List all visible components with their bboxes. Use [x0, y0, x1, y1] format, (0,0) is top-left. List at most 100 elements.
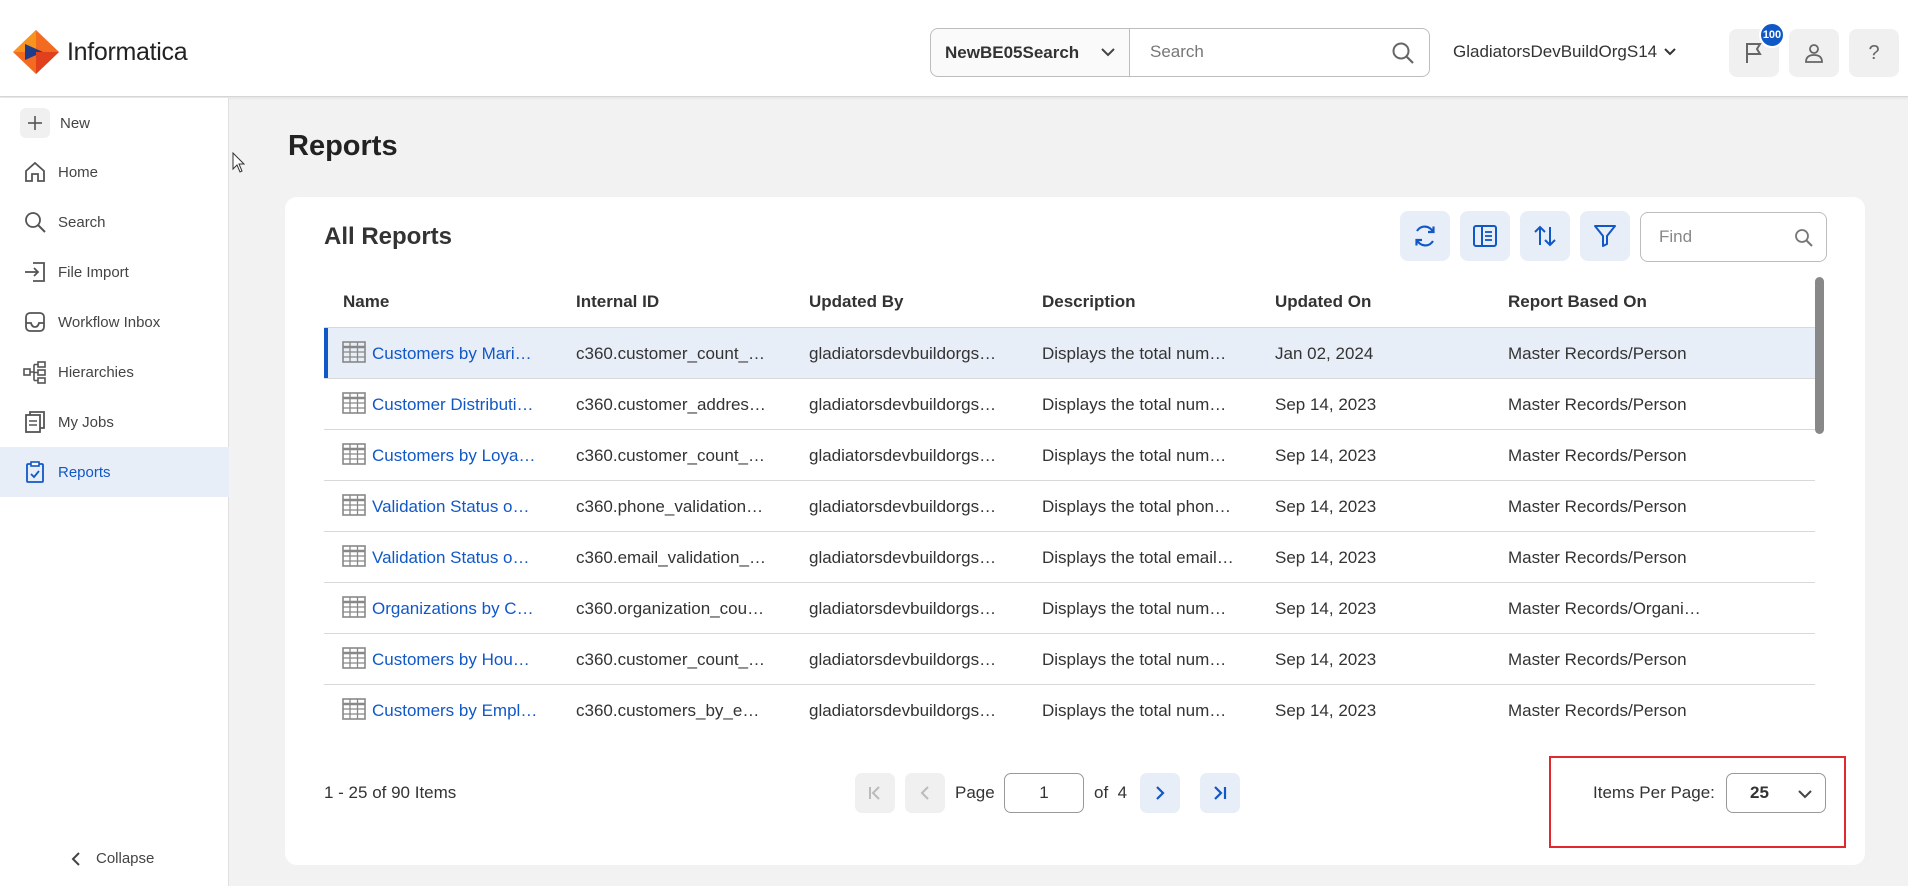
- org-name: GladiatorsDevBuildOrgS14: [1453, 42, 1658, 61]
- sidebar-item-workflow-inbox[interactable]: Workflow Inbox: [0, 297, 229, 347]
- cell-updated-on: Sep 14, 2023: [1275, 701, 1377, 720]
- cell-description: Displays the total email…: [1042, 548, 1234, 567]
- report-name-link[interactable]: Customers by Hou…: [372, 650, 530, 670]
- sidebar-item-reports[interactable]: Reports: [0, 447, 229, 497]
- sort-icon: [1534, 225, 1556, 247]
- column-layout-button[interactable]: [1460, 211, 1510, 261]
- sidebar-item-hierarchies[interactable]: Hierarchies: [0, 347, 229, 397]
- user-profile-button[interactable]: [1789, 29, 1839, 77]
- page-total: of 4: [1094, 783, 1127, 803]
- informatica-logo[interactable]: Informatica: [13, 30, 188, 74]
- cell-description: Displays the total num…: [1042, 701, 1227, 720]
- sidebar-item-label: New: [60, 114, 91, 132]
- table-scrollbar[interactable]: [1815, 277, 1824, 434]
- cell-internal-id: c360.organization_cou…: [576, 599, 765, 618]
- first-page-button[interactable]: [855, 773, 895, 813]
- table-row[interactable]: Validation Status o… c360.email_validatio…: [324, 531, 1815, 582]
- table-row[interactable]: Organizations by C… c360.organization_cou…: [324, 582, 1815, 633]
- of-label: of: [1094, 783, 1109, 802]
- refresh-button[interactable]: [1400, 211, 1450, 261]
- collapse-label: Collapse: [96, 850, 155, 867]
- cell-description: Displays the total num…: [1042, 446, 1227, 465]
- plus-icon: [20, 108, 50, 138]
- previous-page-button[interactable]: [905, 773, 945, 813]
- table-report-icon: [342, 494, 366, 516]
- cell-description: Displays the total num…: [1042, 344, 1227, 363]
- search-icon[interactable]: [1391, 41, 1415, 65]
- sidebar-item-file-import[interactable]: File Import: [0, 247, 229, 297]
- sidebar-item-label: Search: [58, 213, 106, 231]
- report-name-link[interactable]: Customers by Empl…: [372, 701, 537, 721]
- sidebar-item-my-jobs[interactable]: My Jobs: [0, 397, 229, 447]
- app-header: Informatica NewBE05Search GladiatorsDevB…: [0, 0, 1908, 97]
- chevron-left-icon: [71, 851, 80, 866]
- sidebar-item-search[interactable]: Search: [0, 197, 229, 247]
- column-header-updated-on[interactable]: Updated On: [1275, 292, 1371, 312]
- column-header-updated-by[interactable]: Updated By: [809, 292, 903, 312]
- search-input[interactable]: [1150, 42, 1370, 62]
- refresh-icon: [1415, 225, 1435, 247]
- cell-updated-on: Sep 14, 2023: [1275, 548, 1377, 567]
- report-name-link[interactable]: Customer Distributi…: [372, 395, 534, 415]
- filter-button[interactable]: [1580, 211, 1630, 261]
- notification-badge: 100: [1759, 22, 1785, 48]
- sidebar-item-new[interactable]: New: [0, 98, 229, 148]
- informatica-logo-icon: [13, 30, 59, 74]
- cell-updated-on: Sep 14, 2023: [1275, 446, 1377, 465]
- table-row[interactable]: Customer Distributi… c360.customer_addres…: [324, 378, 1815, 429]
- sidebar-item-label: Hierarchies: [58, 363, 134, 381]
- next-page-button[interactable]: [1140, 773, 1180, 813]
- chevron-left-icon: [920, 786, 929, 800]
- help-button[interactable]: ?: [1849, 29, 1899, 77]
- file-import-icon: [22, 259, 48, 285]
- sidebar-item-home[interactable]: Home: [0, 147, 229, 197]
- find-input[interactable]: [1659, 227, 1779, 247]
- cell-updated-on: Jan 02, 2024: [1275, 344, 1374, 363]
- cell-description: Displays the total num…: [1042, 650, 1227, 669]
- table-row[interactable]: Customers by Hou… c360.customer_count_… gl…: [324, 633, 1815, 684]
- pagination-info: 1 - 25 of 90 Items: [324, 783, 457, 802]
- collapse-sidebar-button[interactable]: Collapse: [70, 850, 154, 867]
- table-row[interactable]: Validation Status o… c360.phone_validatio…: [324, 480, 1815, 531]
- page-number-input[interactable]: [1004, 773, 1084, 813]
- find-box: [1640, 212, 1827, 262]
- cell-internal-id: c360.email_validation_…: [576, 548, 766, 567]
- last-page-button[interactable]: [1200, 773, 1240, 813]
- cell-updated-by: gladiatorsdevbuildorgs…: [809, 701, 997, 720]
- table-row[interactable]: Customers by Loya… c360.customer_count_… g…: [324, 429, 1815, 480]
- column-header-name[interactable]: Name: [343, 292, 389, 312]
- cell-updated-by: gladiatorsdevbuildorgs…: [809, 548, 997, 567]
- sidebar-item-label: Workflow Inbox: [58, 313, 161, 331]
- search-icon: [22, 209, 48, 235]
- report-name-link[interactable]: Customers by Mari…: [372, 344, 532, 364]
- table-header: Name Internal ID Updated By Description …: [324, 277, 1815, 327]
- cell-updated-by: gladiatorsdevbuildorgs…: [809, 395, 997, 414]
- report-name-link[interactable]: Validation Status o…: [372, 548, 530, 568]
- cell-report-based-on: Master Records/Person: [1508, 548, 1687, 567]
- last-page-icon: [1214, 786, 1227, 800]
- report-name-link[interactable]: Organizations by C…: [372, 599, 534, 619]
- column-header-report-based-on[interactable]: Report Based On: [1508, 292, 1647, 312]
- cell-internal-id: c360.customer_count_…: [576, 344, 765, 363]
- sidebar-item-label: My Jobs: [58, 413, 114, 431]
- items-per-page-highlight-box: [1549, 756, 1846, 848]
- page-label: Page: [955, 783, 995, 802]
- search-scope-value: NewBE05Search: [945, 42, 1080, 62]
- report-name-link[interactable]: Customers by Loya…: [372, 446, 535, 466]
- cell-updated-by: gladiatorsdevbuildorgs…: [809, 344, 997, 363]
- notifications-button[interactable]: 100: [1729, 22, 1785, 77]
- sort-button[interactable]: [1520, 211, 1570, 261]
- search-icon[interactable]: [1794, 228, 1814, 248]
- column-header-internal-id[interactable]: Internal ID: [576, 292, 659, 312]
- cell-updated-on: Sep 14, 2023: [1275, 395, 1377, 414]
- org-selector[interactable]: GladiatorsDevBuildOrgS14: [1453, 42, 1677, 62]
- table-row[interactable]: Customers by Mari… c360.customer_count_… g…: [324, 327, 1815, 378]
- global-search: [1129, 28, 1430, 77]
- column-header-description[interactable]: Description: [1042, 292, 1136, 312]
- table-report-icon: [342, 392, 366, 414]
- table-row[interactable]: Customers by Empl… c360.customers_by_e… gl…: [324, 684, 1815, 735]
- help-icon: ?: [1868, 41, 1880, 64]
- report-name-link[interactable]: Validation Status o…: [372, 497, 530, 517]
- total-pages: 4: [1117, 783, 1128, 802]
- search-scope-dropdown[interactable]: NewBE05Search: [930, 28, 1130, 77]
